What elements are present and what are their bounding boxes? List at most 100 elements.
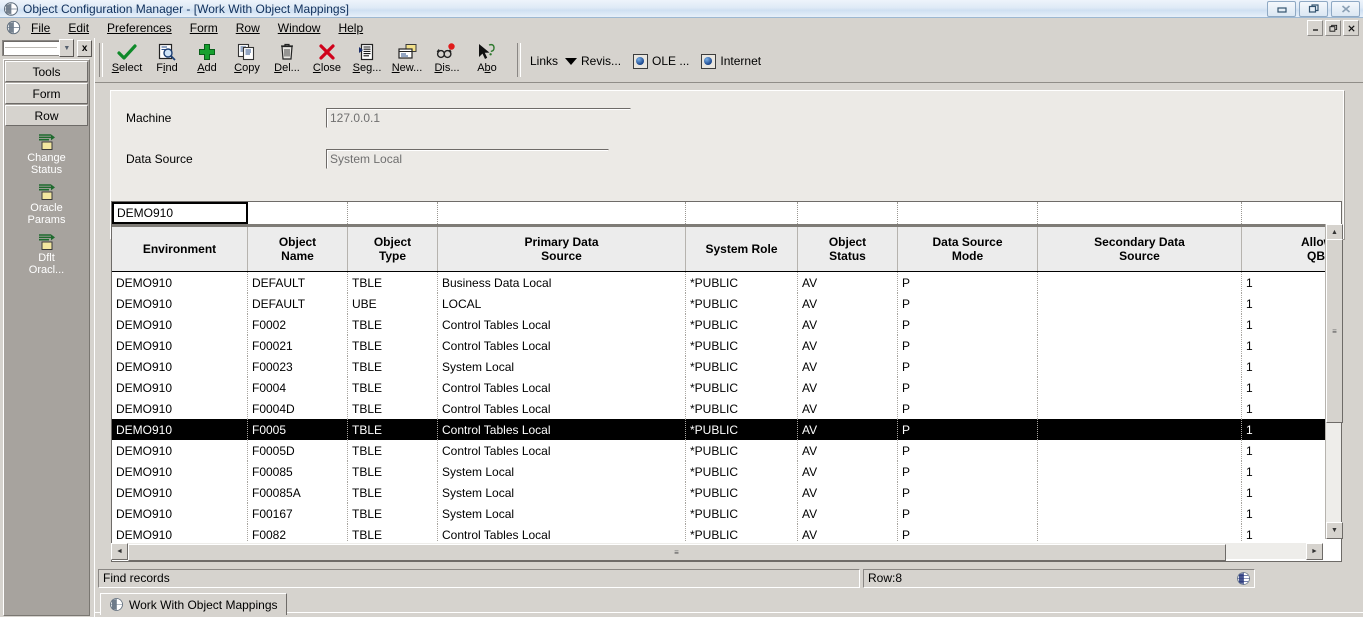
column-header-data-source-mode[interactable]: Data Source Mode [898,227,1038,271]
scroll-vertical-thumb[interactable]: ≡ [1326,239,1343,423]
cell-environment[interactable]: DEMO910 [112,503,248,524]
scroll-left-button[interactable]: ◄ [111,542,128,560]
cell-secondary-data-source[interactable] [1038,272,1242,293]
exitbar-item-change-status[interactable]: Change Status [4,133,89,176]
mdi-window-controls[interactable] [1307,20,1359,36]
column-header-primary-data-source[interactable]: Primary Data Source [438,227,686,271]
exitbar-item-dflt-oracle[interactable]: Dflt Oracl... [4,233,89,276]
cell-environment[interactable]: DEMO910 [112,440,248,461]
cell-object-name[interactable]: F0005 [248,419,348,440]
column-header-object-type[interactable]: Object Type [348,227,438,271]
toolbar-button-display[interactable]: Dis... [427,42,467,80]
cell-system-role[interactable]: *PUBLIC [686,293,798,314]
cell-data-source-mode[interactable]: P [898,419,1038,440]
toolbar-button-close[interactable]: Close [307,42,347,80]
qbe-cell-object-type[interactable] [348,202,438,224]
cell-data-source-mode[interactable]: P [898,398,1038,419]
exitbar-button-form[interactable]: Form [5,83,88,104]
cell-secondary-data-source[interactable] [1038,377,1242,398]
cell-system-role[interactable]: *PUBLIC [686,335,798,356]
table-row[interactable]: DEMO910 F00023 TBLE System Local *PUBLIC AV P 1 [112,356,1341,377]
cell-object-name[interactable]: F00167 [248,503,348,524]
cell-system-role[interactable]: *PUBLIC [686,482,798,503]
cell-object-status[interactable]: AV [798,335,898,356]
grid-vertical-scrollbar[interactable]: ▲ ≡ ▼ [1325,224,1343,539]
cell-object-status[interactable]: AV [798,293,898,314]
cell-object-status[interactable]: AV [798,482,898,503]
exitbar-combo-row[interactable]: ▼ x [2,39,92,57]
table-row[interactable]: DEMO910 F0004 TBLE Control Tables Local *PUB… [112,377,1341,398]
toolbar-link-ole[interactable]: OLE ... [633,53,689,69]
toolbar-button-delete[interactable]: Del... [267,42,307,80]
cell-object-type[interactable]: TBLE [348,482,438,503]
cell-data-source-mode[interactable]: P [898,335,1038,356]
cell-secondary-data-source[interactable] [1038,419,1242,440]
cell-primary-data-source[interactable]: LOCAL [438,293,686,314]
qbe-cell-object-name[interactable] [248,202,348,224]
table-row[interactable]: DEMO910 F0005D TBLE Control Tables Local *PU… [112,440,1341,461]
menu-item-file[interactable]: File [22,19,59,37]
cell-environment[interactable]: DEMO910 [112,524,248,542]
cell-system-role[interactable]: *PUBLIC [686,314,798,335]
toolbar-link-internet[interactable]: Internet [701,53,761,69]
menu-item-edit[interactable]: Edit [59,19,98,37]
qbe-cell-secondary-data-source[interactable] [1038,202,1242,224]
cell-environment[interactable]: DEMO910 [112,419,248,440]
cell-data-source-mode[interactable]: P [898,314,1038,335]
cell-environment[interactable]: DEMO910 [112,314,248,335]
exitbar-close-button[interactable]: x [77,39,92,57]
cell-object-status[interactable]: AV [798,524,898,542]
cell-object-name[interactable]: F00023 [248,356,348,377]
exitbar-button-tools[interactable]: Tools [5,61,88,82]
column-header-environment[interactable]: Environment [112,227,248,271]
column-header-object-status[interactable]: Object Status [798,227,898,271]
cell-primary-data-source[interactable]: Control Tables Local [438,314,686,335]
cell-object-type[interactable]: TBLE [348,419,438,440]
cell-data-source-mode[interactable]: P [898,293,1038,314]
table-row[interactable]: DEMO910 F0004D TBLE Control Tables Local *PU… [112,398,1341,419]
cell-object-status[interactable]: AV [798,377,898,398]
cell-environment[interactable]: DEMO910 [112,272,248,293]
cell-object-name[interactable]: F0082 [248,524,348,542]
exitbar-item-oracle-params[interactable]: Oracle Params [4,183,89,226]
table-row[interactable]: DEMO910 F00085 TBLE System Local *PUBLIC AV P 1 [112,461,1341,482]
cell-object-type[interactable]: TBLE [348,272,438,293]
cell-environment[interactable]: DEMO910 [112,482,248,503]
cell-environment[interactable]: DEMO910 [112,335,248,356]
cell-object-status[interactable]: AV [798,419,898,440]
cell-secondary-data-source[interactable] [1038,503,1242,524]
cell-primary-data-source[interactable]: Control Tables Local [438,440,686,461]
cell-primary-data-source[interactable]: Business Data Local [438,272,686,293]
table-row[interactable]: DEMO910 F00167 TBLE System Local *PUBLIC AV P 1 [112,503,1341,524]
scroll-right-button[interactable]: ► [1306,542,1323,560]
column-header-secondary-data-source[interactable]: Secondary Data Source [1038,227,1242,271]
table-row[interactable]: DEMO910 F00021 TBLE Control Tables Local *PU… [112,335,1341,356]
cell-primary-data-source[interactable]: System Local [438,461,686,482]
cell-object-name[interactable]: F0005D [248,440,348,461]
cell-environment[interactable]: DEMO910 [112,377,248,398]
cell-object-status[interactable]: AV [798,398,898,419]
table-row[interactable]: DEMO910 DEFAULT TBLE Business Data Local *PU… [112,272,1341,293]
cell-environment[interactable]: DEMO910 [112,461,248,482]
cell-secondary-data-source[interactable] [1038,356,1242,377]
scroll-down-button[interactable]: ▼ [1326,522,1343,539]
cell-secondary-data-source[interactable] [1038,293,1242,314]
cell-object-status[interactable]: AV [798,503,898,524]
restore-button[interactable] [1299,1,1328,17]
toolbar-button-about[interactable]: Abo [467,42,507,80]
cell-object-name[interactable]: F0004 [248,377,348,398]
cell-object-type[interactable]: TBLE [348,440,438,461]
table-row[interactable]: DEMO910 DEFAULT UBE LOCAL *PUBLIC AV P 1 [112,293,1341,314]
cell-data-source-mode[interactable]: P [898,503,1038,524]
cell-secondary-data-source[interactable] [1038,314,1242,335]
cell-object-status[interactable]: AV [798,356,898,377]
mdi-minimize-button[interactable] [1307,20,1323,36]
cell-object-name[interactable]: F00021 [248,335,348,356]
cell-secondary-data-source[interactable] [1038,440,1242,461]
cell-primary-data-source[interactable]: Control Tables Local [438,524,686,542]
cell-data-source-mode[interactable]: P [898,272,1038,293]
cell-object-type[interactable]: TBLE [348,398,438,419]
cell-system-role[interactable]: *PUBLIC [686,440,798,461]
exitbar-button-row[interactable]: Row [5,105,88,126]
qbe-cell-environment[interactable]: DEMO910 [112,202,248,224]
